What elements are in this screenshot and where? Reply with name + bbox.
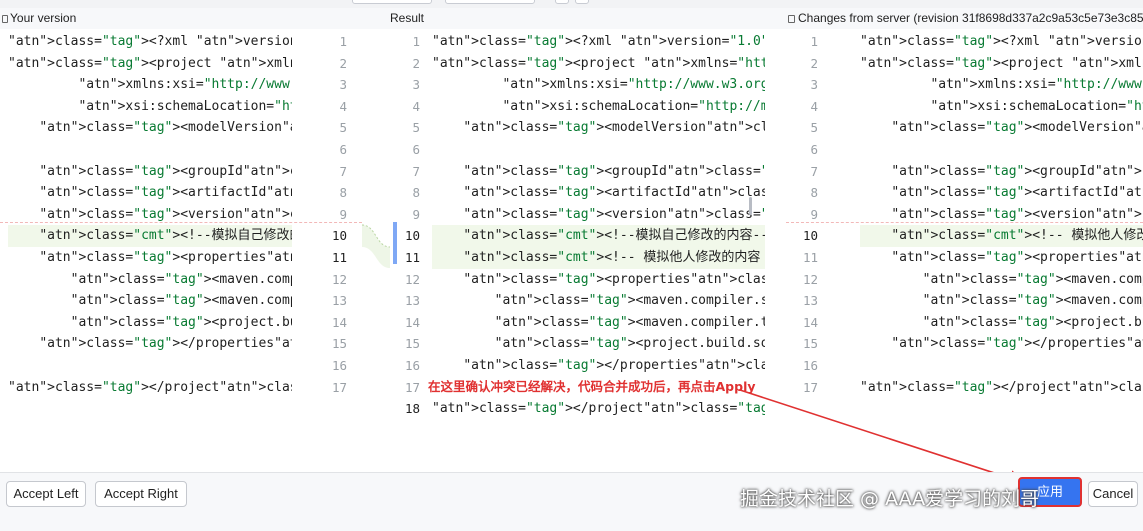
accept-right-button[interactable]: Accept Right bbox=[95, 481, 187, 507]
annotation-arrow bbox=[739, 389, 1026, 486]
cancel-button[interactable]: Cancel bbox=[1088, 481, 1138, 507]
watermark: 掘金技术社区 @ AAA爱学习的刘哥 bbox=[740, 488, 1040, 510]
accept-left-button[interactable]: Accept Left bbox=[6, 481, 86, 507]
